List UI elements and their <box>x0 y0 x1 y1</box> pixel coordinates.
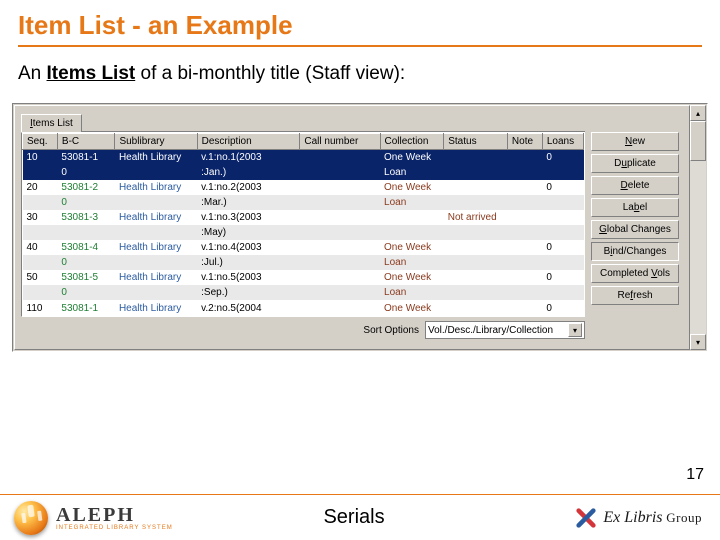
scroll-down-icon[interactable]: ▾ <box>690 334 706 350</box>
page-number: 17 <box>686 466 704 484</box>
items-grid: Seq. B-C Sublibrary Description Call num… <box>21 132 585 317</box>
delete-button[interactable]: Delete <box>591 176 679 195</box>
table-row[interactable]: 0:Jan.)Loan <box>23 165 584 180</box>
chevron-down-icon[interactable]: ▾ <box>568 323 582 337</box>
vendor-name: Ex Libris Group <box>603 509 702 527</box>
table-row[interactable]: 0:Sep.)Loan <box>23 285 584 301</box>
grid-header: Seq. B-C Sublibrary Description Call num… <box>23 134 584 150</box>
slide-footer: ALEPH INTEGRATED LIBRARY SYSTEM Serials … <box>0 494 720 540</box>
col-status[interactable]: Status <box>444 134 508 150</box>
scroll-track[interactable] <box>690 161 706 334</box>
slide-subtitle: An Items List of a bi-monthly title (Sta… <box>0 55 720 103</box>
subtitle-post: of a bi-monthly title (Staff view): <box>135 63 405 84</box>
table-row[interactable]: 0:Mar.)Loan <box>23 195 584 210</box>
table-row[interactable]: 4053081-4Health Libraryv.1:no.4(2003One … <box>23 240 584 255</box>
brand-subtitle: INTEGRATED LIBRARY SYSTEM <box>56 525 173 531</box>
sort-label: Sort Options <box>363 325 419 336</box>
vendor-block: Ex Libris Group <box>575 507 720 529</box>
sort-options: Sort Options Vol./Desc./Library/Collecti… <box>21 317 585 339</box>
scroll-thumb[interactable] <box>690 121 706 161</box>
vertical-scrollbar[interactable]: ▴ ▾ <box>690 105 706 350</box>
action-panel: New Duplicate Delete Label Global Change… <box>591 110 679 339</box>
aleph-logo-icon <box>14 501 48 535</box>
scroll-up-icon[interactable]: ▴ <box>690 105 706 121</box>
col-note[interactable]: Note <box>507 134 542 150</box>
tab-items-list[interactable]: Items List <box>21 114 82 132</box>
col-loans[interactable]: Loans <box>542 134 583 150</box>
slide-title: Item List - an Example <box>0 0 720 45</box>
duplicate-button[interactable]: Duplicate <box>591 154 679 173</box>
brand-name: ALEPH <box>56 504 173 527</box>
table-row[interactable]: 0:Jul.)Loan <box>23 255 584 270</box>
table-row[interactable]: 2053081-2Health Libraryv.1:no.2(2003One … <box>23 180 584 195</box>
global-changes-button[interactable]: Global Changes <box>591 220 679 239</box>
sort-value: Vol./Desc./Library/Collection <box>428 325 553 336</box>
table-row[interactable]: 1053081-1Health Libraryv.1:no.1(2003One … <box>23 150 584 166</box>
col-sublibrary[interactable]: Sublibrary <box>115 134 197 150</box>
col-description[interactable]: Description <box>197 134 300 150</box>
footer-title: Serials <box>173 506 576 529</box>
subtitle-bold: Items List <box>47 63 136 84</box>
brand-block: ALEPH INTEGRATED LIBRARY SYSTEM <box>0 501 173 535</box>
table-row[interactable]: 3053081-3Health Libraryv.1:no.3(2003Not … <box>23 210 584 225</box>
col-collection[interactable]: Collection <box>380 134 444 150</box>
col-callnumber[interactable]: Call number <box>300 134 380 150</box>
table-row[interactable]: 11053081-1Health Libraryv.2:no.5(2004One… <box>23 301 584 317</box>
subtitle-pre: An <box>18 63 47 84</box>
exlibris-logo-icon <box>575 507 597 529</box>
col-seq[interactable]: Seq. <box>23 134 58 150</box>
app-window: Items List Seq. B-C Sublibrary Descrip <box>12 103 708 352</box>
bind-changes-button[interactable]: Bind/Changes <box>591 242 679 261</box>
table-row[interactable]: 5053081-5Health Libraryv.1:no.5(2003One … <box>23 270 584 285</box>
sort-select[interactable]: Vol./Desc./Library/Collection ▾ <box>425 321 585 339</box>
label-button[interactable]: Label <box>591 198 679 217</box>
completed-vols-button[interactable]: Completed Vols <box>591 264 679 283</box>
tab-strip: Items List <box>21 110 585 132</box>
col-bc[interactable]: B-C <box>57 134 115 150</box>
new-button[interactable]: New <box>591 132 679 151</box>
title-rule <box>18 45 702 47</box>
refresh-button[interactable]: Refresh <box>591 286 679 305</box>
table-row[interactable]: :May) <box>23 225 584 240</box>
tab-label: tems List <box>33 118 73 129</box>
